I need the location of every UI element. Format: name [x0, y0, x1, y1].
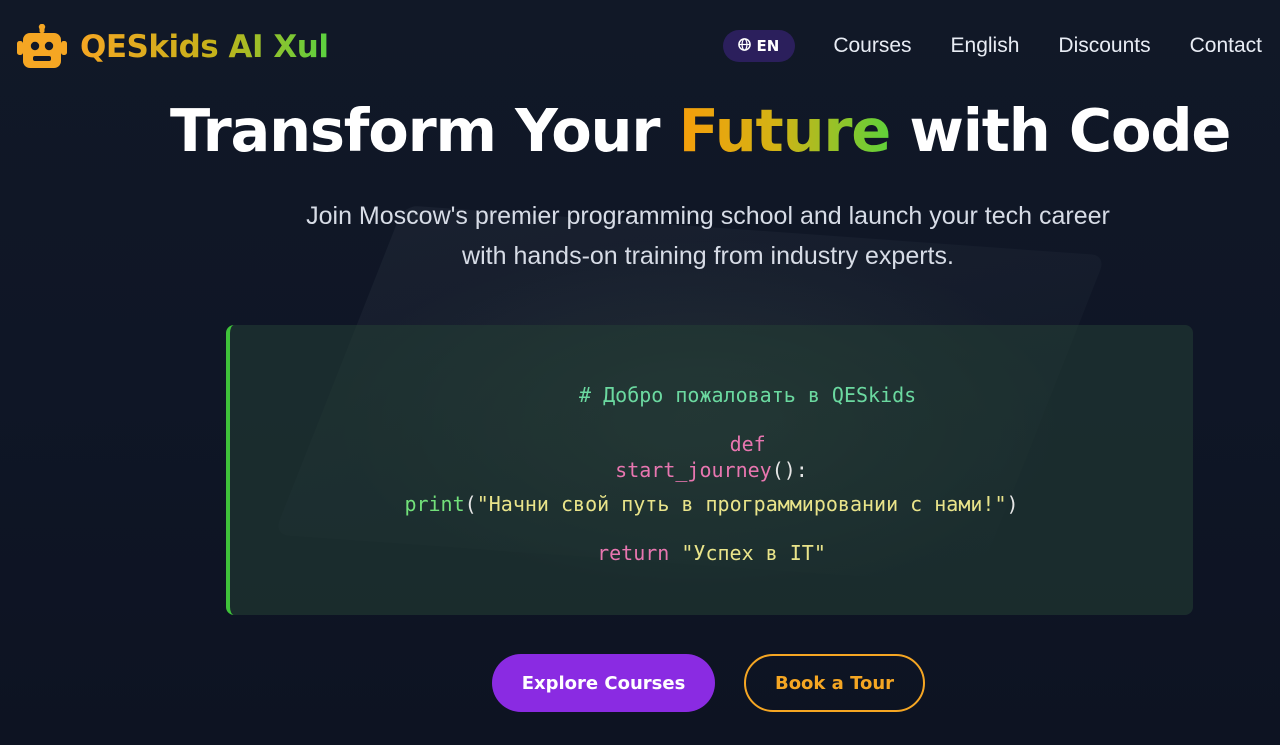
code-def-keyword: def — [729, 432, 766, 456]
code-print-close: ) — [1006, 492, 1019, 516]
code-return-string: "Успех в IT" — [681, 541, 826, 565]
code-print-keyword: print — [404, 492, 465, 516]
logo-link[interactable]: QESkids AI Xul — [16, 23, 329, 70]
hero-title: Transform Your Future with Code — [170, 96, 1260, 165]
explore-courses-button[interactable]: Explore Courses — [492, 654, 715, 712]
site-header: QESkids AI Xul EN Courses English Discou… — [0, 0, 1280, 94]
code-function-line: start_journey(): — [230, 458, 1193, 482]
hero-subtitle: Join Moscow's premier programming school… — [200, 196, 1216, 276]
robot-icon — [16, 23, 68, 70]
language-switcher-button[interactable]: EN — [722, 30, 796, 62]
globe-icon — [737, 37, 751, 55]
hero-subtitle-line2: with hands-on training from industry exp… — [462, 242, 954, 270]
hero-title-highlight: Future — [678, 96, 892, 165]
code-comment: # Добро пожаловать в QESkids — [579, 383, 917, 407]
page: QESkids AI Xul EN Courses English Discou… — [0, 0, 1280, 745]
code-function-suffix: (): — [771, 458, 808, 482]
code-print-string: "Начни свой путь в программировании с на… — [476, 492, 1007, 516]
main-nav: EN Courses English Discounts Contact — [722, 30, 1262, 62]
hero-subtitle-line1: Join Moscow's premier programming school… — [306, 202, 1110, 230]
code-print-open: ( — [464, 492, 477, 516]
hero-title-part2: with Code — [890, 96, 1231, 165]
nav-discounts[interactable]: Discounts — [1058, 34, 1150, 58]
code-return-line: return "Успех в IT" — [230, 541, 1193, 565]
hero-title-part1: Transform Your — [170, 96, 679, 165]
language-label: EN — [756, 37, 780, 55]
book-tour-button[interactable]: Book a Tour — [744, 654, 925, 712]
code-print-line: print("Начни свой путь в программировани… — [230, 492, 1193, 516]
code-return-keyword: return — [597, 541, 670, 565]
logo-text: QESkids AI Xul — [80, 29, 329, 65]
nav-contact[interactable]: Contact — [1190, 34, 1262, 58]
nav-english[interactable]: English — [951, 34, 1020, 58]
nav-courses[interactable]: Courses — [833, 34, 911, 58]
code-function-name: start_journey — [615, 458, 772, 482]
code-snippet: # Добро пожаловать в QESkids def start_j… — [226, 325, 1193, 615]
